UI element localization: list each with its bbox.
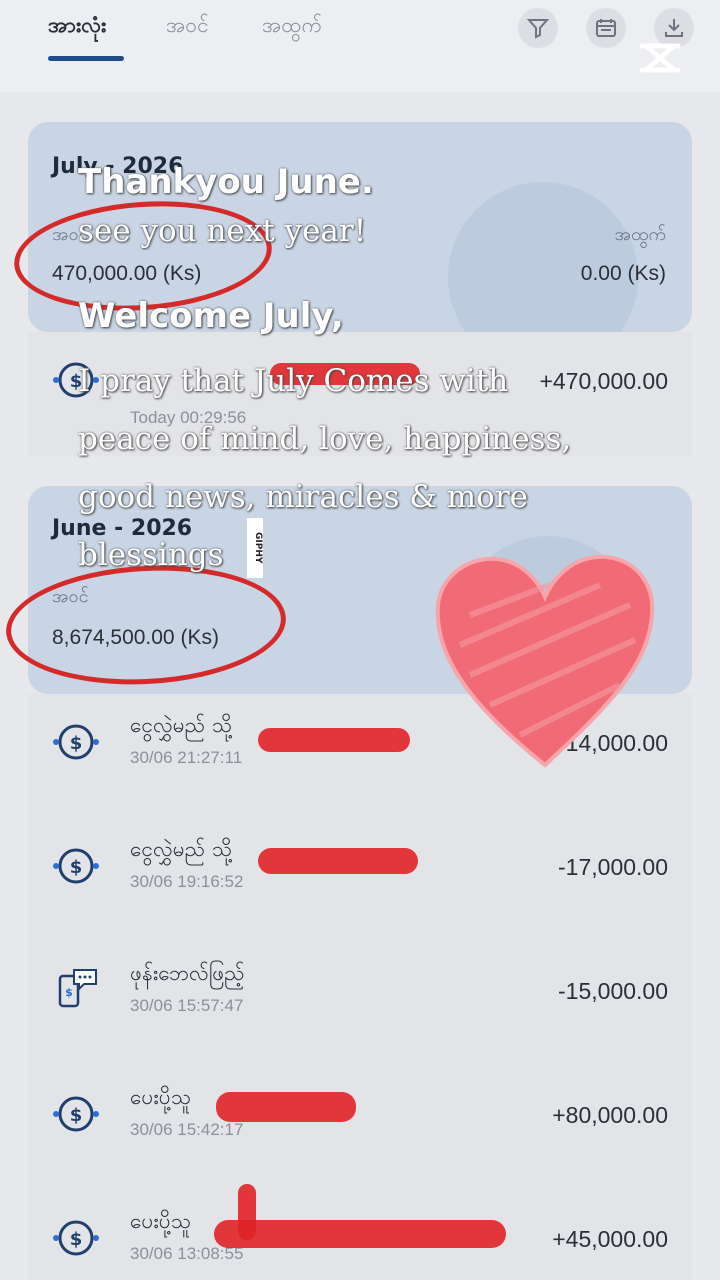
overlay-line: see you next year! — [78, 213, 367, 249]
transaction-row[interactable]: $ ပေးပို့သူ 30/06 15:42:17 +80,000.00 — [28, 1066, 692, 1190]
transaction-row[interactable]: $ ငွေလွှဲမည် သို့ 30/06 19:16:52 -17,000… — [28, 818, 692, 942]
transaction-amount: -17,000.00 — [558, 854, 668, 880]
filter-icon[interactable] — [518, 8, 558, 48]
dollar-coin-icon: $ — [53, 1220, 99, 1256]
transaction-time: 30/06 15:42:17 — [130, 1120, 244, 1139]
top-tab-bar: အားလုံး အဝင် အထွက် — [0, 0, 720, 92]
transaction-title: ငွေလွှဲမည် သို့ — [130, 837, 233, 861]
svg-text:$: $ — [70, 733, 83, 754]
watermark-logo-icon — [639, 43, 681, 73]
overlay-line: Thankyou June. — [78, 162, 374, 202]
tab-income[interactable]: အဝင် — [166, 12, 209, 43]
overlay-line: I pray that July Comes with — [78, 363, 509, 399]
redaction-mark — [238, 1184, 256, 1240]
transaction-title: ဖုန်းဘေလ်ဖြည့် — [130, 961, 245, 985]
active-tab-indicator — [48, 56, 124, 61]
transaction-row[interactable]: $ ဖုန်းဘေလ်ဖြည့် 30/06 15:57:47 -15,000.… — [28, 942, 692, 1066]
redaction-mark — [258, 848, 418, 874]
overlay-line: Welcome July, — [78, 296, 344, 336]
tab-expense[interactable]: အထွက် — [262, 12, 322, 43]
tab-all[interactable]: အားလုံး — [48, 12, 106, 43]
calendar-icon[interactable] — [586, 8, 626, 48]
dollar-coin-icon: $ — [53, 724, 99, 760]
transaction-time: 30/06 21:27:11 — [130, 748, 243, 767]
redaction-mark — [258, 728, 410, 752]
svg-text:$: $ — [70, 857, 83, 878]
overlay-line: peace of mind, love, happiness, — [78, 421, 572, 457]
dollar-coin-icon: $ — [53, 1096, 99, 1132]
transaction-time: 30/06 19:16:52 — [130, 872, 244, 891]
phone-topup-icon: $ — [58, 969, 97, 1008]
transaction-amount: +470,000.00 — [539, 368, 668, 394]
redaction-mark — [216, 1092, 356, 1122]
heart-sticker-icon — [435, 554, 655, 768]
expense-amount: 0.00 (Ks) — [580, 262, 666, 285]
transaction-amount: -15,000.00 — [558, 978, 668, 1004]
transaction-title: ပေးပို့သူ — [130, 1085, 191, 1109]
redaction-mark — [214, 1220, 506, 1248]
giphy-watermark: GIPHY — [247, 518, 263, 578]
transaction-title: ငွေလွှဲမည် သို့ — [130, 713, 233, 737]
expense-label: အထွက် — [614, 224, 666, 245]
overlay-line: good news, miracles & more — [78, 479, 528, 515]
transaction-amount: +80,000.00 — [552, 1102, 668, 1128]
overlay-line: blessings — [78, 537, 224, 573]
svg-text:$: $ — [65, 986, 73, 999]
transaction-title: ပေးပို့သူ — [130, 1209, 191, 1233]
svg-text:$: $ — [70, 1105, 83, 1126]
svg-text:$: $ — [70, 1229, 83, 1250]
transaction-amount: +45,000.00 — [552, 1226, 668, 1252]
transaction-time: 30/06 15:57:47 — [130, 996, 244, 1015]
dollar-coin-icon: $ — [53, 848, 99, 884]
